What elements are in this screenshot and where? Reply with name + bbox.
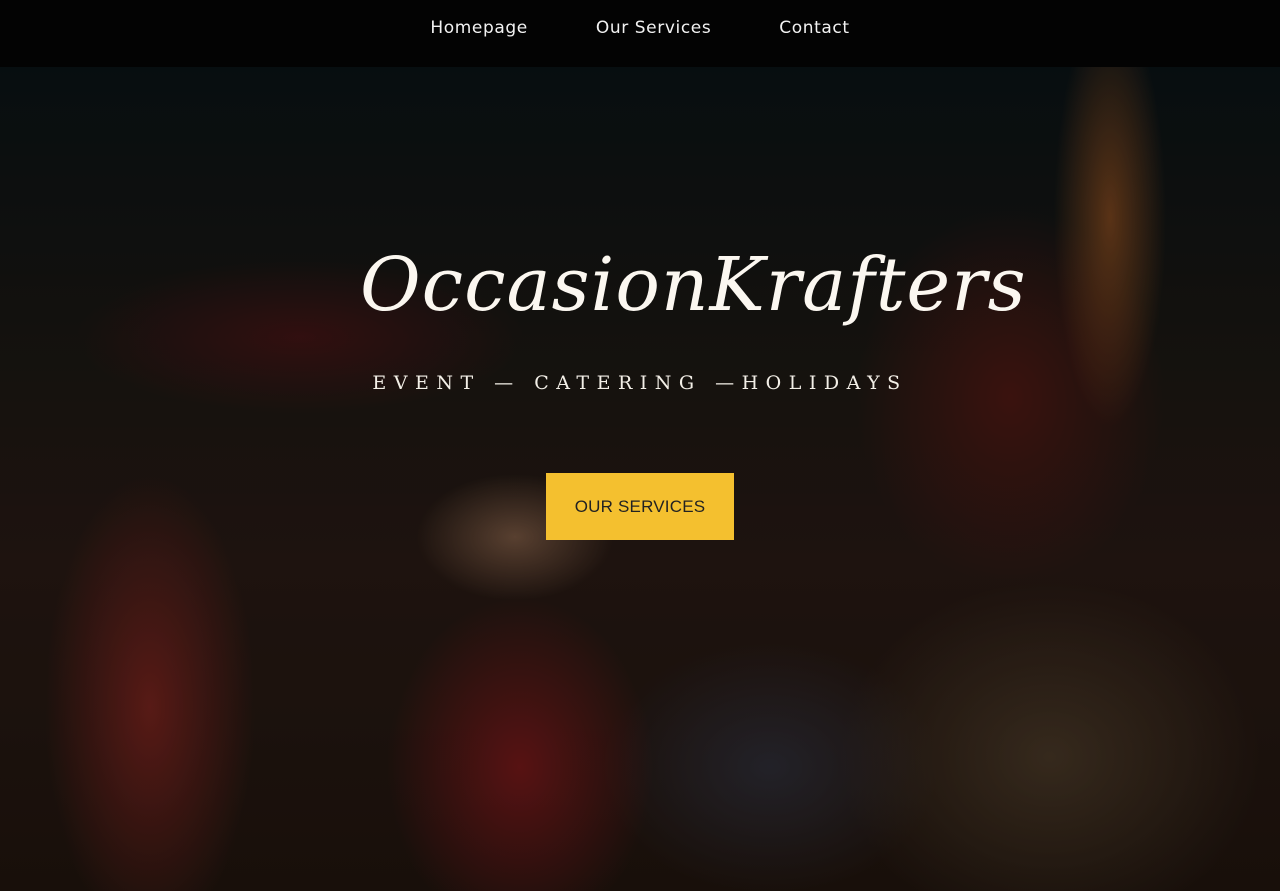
hero-content: OccasionKrafters EVENT — CATERING —HOLID…: [0, 67, 1280, 891]
our-services-button[interactable]: OUR SERVICES: [546, 473, 734, 540]
nav-link-our-services[interactable]: Our Services: [596, 18, 711, 38]
top-navigation: Homepage Our Services Contact: [0, 0, 1280, 67]
nav-item-our-services: Our Services: [596, 18, 711, 38]
nav-menu: Homepage Our Services Contact: [396, 18, 883, 38]
hero-section: OccasionKrafters EVENT — CATERING —HOLID…: [0, 67, 1280, 891]
nav-link-homepage[interactable]: Homepage: [430, 18, 527, 38]
brand-logo: OccasionKrafters: [360, 215, 1027, 355]
nav-link-contact[interactable]: Contact: [779, 18, 849, 38]
nav-item-homepage: Homepage: [430, 18, 527, 38]
nav-item-contact: Contact: [779, 18, 849, 38]
brand-tagline: EVENT — CATERING —HOLIDAYS: [372, 372, 908, 394]
brand-logo-text: OccasionKrafters: [360, 242, 1027, 328]
